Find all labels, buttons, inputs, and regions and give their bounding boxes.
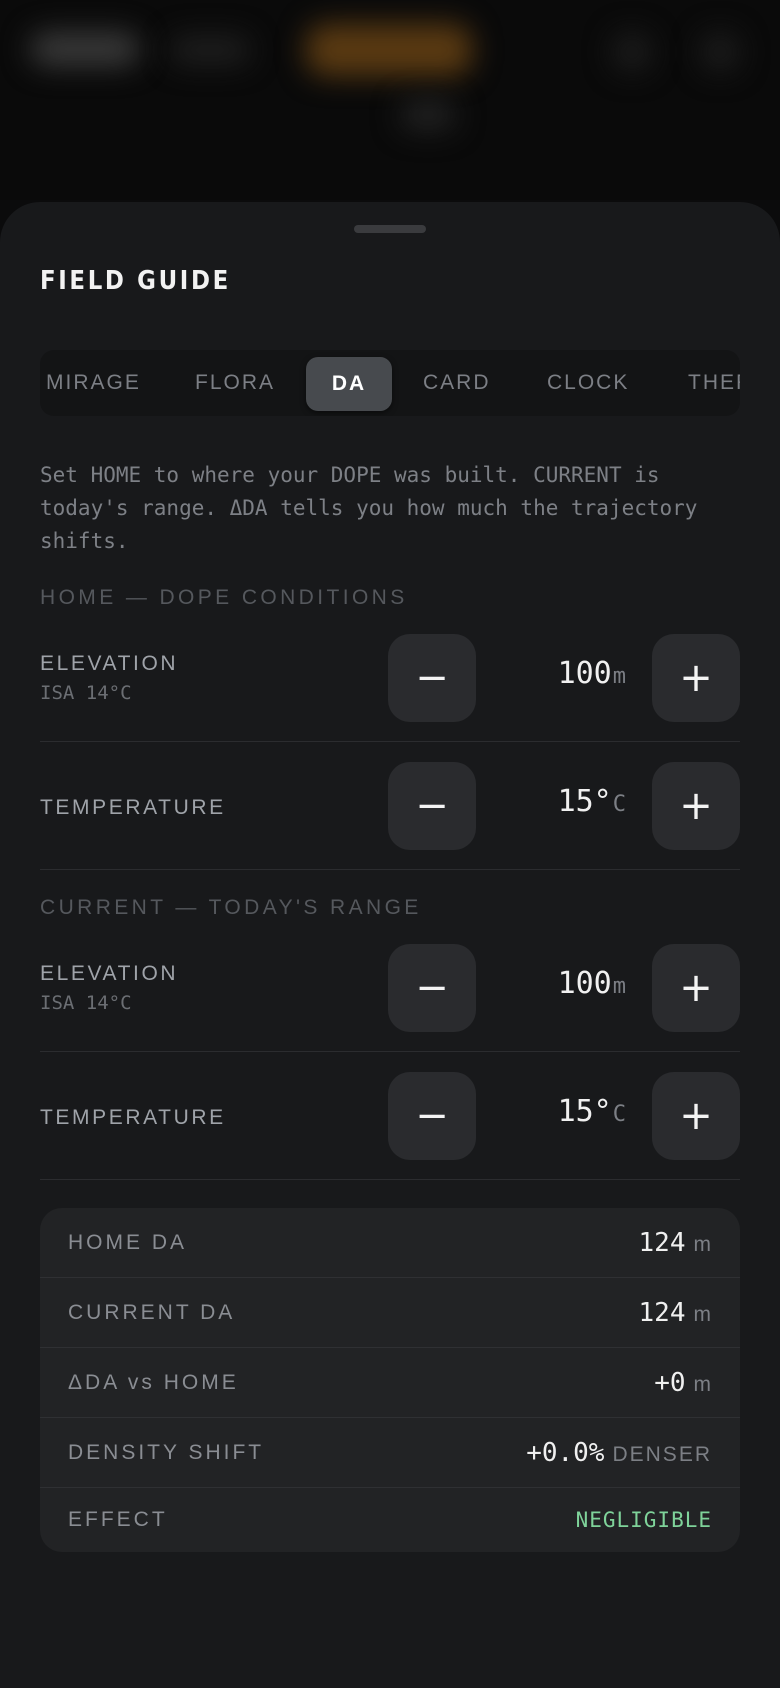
home-temperature-decrement-button[interactable]: − — [388, 762, 476, 850]
home-elevation-row: ELEVATION ISA 14°C − 100m + — [40, 614, 740, 742]
field-guide-sheet: FIELD GUIDE MIRAGE FLORA DA CARD CLOCK T… — [0, 202, 780, 1688]
blurred-element — [400, 100, 456, 130]
home-temperature-increment-button[interactable]: + — [652, 762, 740, 850]
result-delta-da-value: +0 m — [654, 1348, 712, 1422]
home-elevation-label: ELEVATION — [40, 652, 179, 675]
current-temperature-value: 15°C — [558, 1094, 626, 1129]
result-home-da-value: 124 m — [639, 1208, 712, 1282]
current-elevation-number: 100 — [557, 966, 612, 1001]
result-delta-da: ΔDA vs HOME +0 m — [40, 1348, 740, 1418]
current-temperature-unit: C — [612, 1102, 626, 1127]
current-temperature-increment-button[interactable]: + — [652, 1072, 740, 1160]
result-current-da-number: 124 — [638, 1298, 686, 1328]
current-temperature-row: TEMPERATURE − 15°C + — [40, 1052, 740, 1180]
result-current-da: CURRENT DA 124 m — [40, 1278, 740, 1348]
current-elevation-label: ELEVATION — [40, 962, 179, 985]
home-temperature-value: 15°C — [558, 784, 626, 819]
current-elevation-unit: m — [612, 974, 626, 999]
tab-mirage[interactable]: MIRAGE — [46, 350, 141, 416]
home-temperature-row: TEMPERATURE − 15°C + — [40, 742, 740, 870]
guide-tabs: MIRAGE FLORA DA CARD CLOCK THERMAL — [40, 350, 740, 416]
home-elevation-number: 100 — [557, 656, 612, 691]
blurred-element — [170, 36, 250, 64]
result-effect-value: NEGLIGIBLE — [576, 1488, 712, 1552]
current-elevation-isa: ISA 14°C — [40, 992, 132, 1014]
current-section-label: CURRENT — TODAY'S RANGE — [40, 896, 422, 919]
current-elevation-increment-button[interactable]: + — [652, 944, 740, 1032]
home-temperature-unit: C — [612, 792, 626, 817]
tab-card[interactable]: CARD — [423, 350, 491, 416]
result-density-shift-value: +0.0% DENSER — [526, 1418, 712, 1492]
result-effect-badge: NEGLIGIBLE — [575, 1508, 712, 1532]
result-delta-da-number: +0 — [654, 1368, 686, 1398]
result-home-da-number: 124 — [638, 1228, 686, 1258]
sheet-title: FIELD GUIDE — [40, 266, 231, 296]
blurred-element — [612, 32, 652, 72]
home-temperature-label: TEMPERATURE — [40, 796, 226, 819]
result-density-shift: DENSITY SHIFT +0.0% DENSER — [40, 1418, 740, 1488]
current-temperature-number: 15° — [557, 1094, 612, 1129]
current-elevation-row: ELEVATION ISA 14°C − 100m + — [40, 924, 740, 1052]
result-density-shift-label: DENSITY SHIFT — [68, 1441, 265, 1464]
result-density-shift-direction: DENSER — [612, 1443, 712, 1466]
home-temperature-number: 15° — [557, 784, 612, 819]
tab-thermal[interactable]: THERMAL — [688, 350, 740, 416]
blurred-element — [306, 24, 472, 76]
result-home-da-label: HOME DA — [68, 1231, 188, 1254]
result-delta-da-label: ΔDA vs HOME — [68, 1371, 239, 1394]
result-effect-label: EFFECT — [68, 1508, 168, 1531]
result-home-da-unit: m — [693, 1233, 712, 1256]
current-temperature-label: TEMPERATURE — [40, 1106, 226, 1129]
home-elevation-isa: ISA 14°C — [40, 682, 132, 704]
result-effect: EFFECT NEGLIGIBLE — [40, 1488, 740, 1552]
home-section-label: HOME — DOPE CONDITIONS — [40, 586, 408, 609]
home-elevation-value: 100m — [558, 656, 626, 691]
background-app-blurred — [0, 0, 780, 200]
result-density-shift-number: +0.0% — [526, 1438, 605, 1468]
tab-da[interactable]: DA — [306, 357, 392, 411]
result-delta-da-unit: m — [693, 1373, 712, 1396]
intro-text: Set HOME to where your DOPE was built. C… — [40, 463, 698, 553]
result-current-da-unit: m — [693, 1303, 712, 1326]
results-panel: HOME DA 124 m CURRENT DA 124 m ΔDA vs HOME… — [40, 1208, 740, 1552]
current-elevation-decrement-button[interactable]: − — [388, 944, 476, 1032]
result-current-da-value: 124 m — [639, 1278, 712, 1352]
blurred-element — [30, 32, 140, 66]
home-elevation-increment-button[interactable]: + — [652, 634, 740, 722]
tab-clock[interactable]: CLOCK — [547, 350, 629, 416]
home-elevation-unit: m — [612, 664, 626, 689]
tab-flora[interactable]: FLORA — [195, 350, 275, 416]
current-temperature-decrement-button[interactable]: − — [388, 1072, 476, 1160]
result-home-da: HOME DA 124 m — [40, 1208, 740, 1278]
sheet-drag-handle[interactable] — [354, 225, 426, 233]
blurred-element — [700, 32, 740, 72]
result-current-da-label: CURRENT DA — [68, 1301, 236, 1324]
home-elevation-decrement-button[interactable]: − — [388, 634, 476, 722]
current-elevation-value: 100m — [558, 966, 626, 1001]
